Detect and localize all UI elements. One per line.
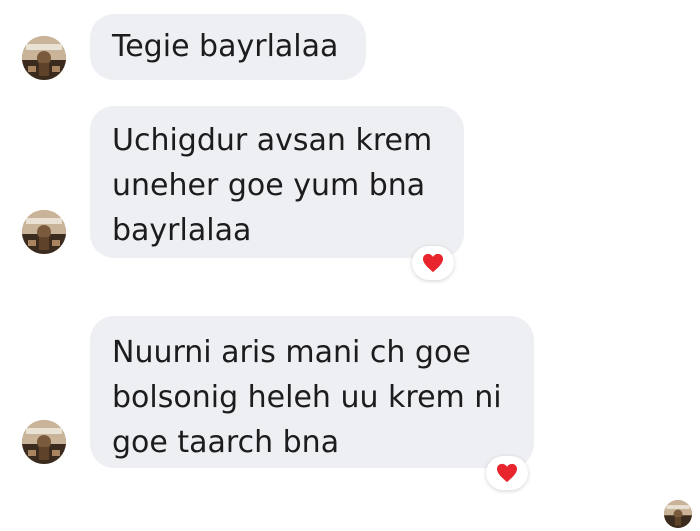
heart-reaction[interactable] xyxy=(412,246,454,280)
heart-icon xyxy=(423,253,443,273)
seen-avatar xyxy=(664,500,692,528)
message-bubble[interactable]: Nuurni aris mani ch goe bolsonig heleh u… xyxy=(90,316,534,468)
message-bubble[interactable]: Uchigdur avsan krem uneher goe yum bna b… xyxy=(90,106,464,258)
heart-reaction[interactable] xyxy=(486,456,528,490)
avatar-photo-icon xyxy=(22,210,66,254)
message-bubble[interactable]: Tegie bayrlalaa xyxy=(90,14,366,80)
sender-avatar[interactable] xyxy=(22,210,66,254)
avatar-photo-icon xyxy=(22,36,66,80)
avatar-photo-icon xyxy=(22,420,66,464)
heart-icon xyxy=(497,463,517,483)
sender-avatar[interactable] xyxy=(22,420,66,464)
sender-avatar[interactable] xyxy=(22,36,66,80)
avatar-photo-icon xyxy=(664,500,692,528)
